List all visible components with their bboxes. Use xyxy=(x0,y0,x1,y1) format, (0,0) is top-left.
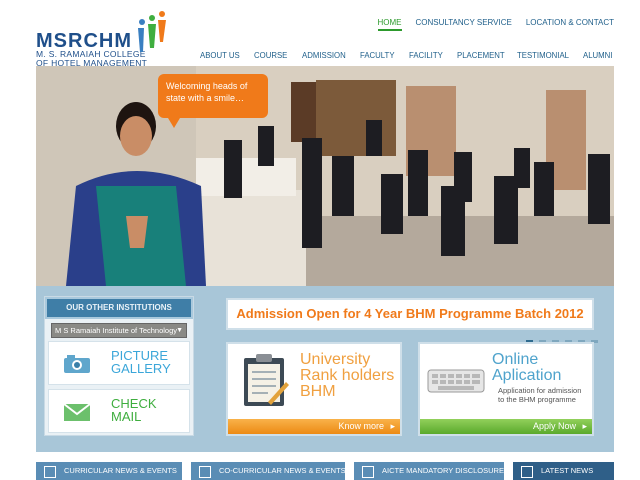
institution-select[interactable]: M S Ramaiah Institute of Technology ▼ xyxy=(51,323,187,338)
tab-curricular-news-label: CURRICULAR NEWS & EVENTS xyxy=(64,466,177,475)
picture-gallery-tile[interactable]: PICTURE GALLERY xyxy=(48,341,190,385)
other-institutions-panel: OUR OTHER INSTITUTIONS M S Ramaiah Insti… xyxy=(44,296,194,436)
topnav-location-contact[interactable]: LOCATION & CONTACT xyxy=(526,18,614,31)
document-icon xyxy=(44,466,56,478)
nav-alumni[interactable]: ALUMNI xyxy=(583,51,613,60)
banner-photo xyxy=(36,66,614,286)
topnav-home[interactable]: HOME xyxy=(377,18,402,31)
tab-aicte-disclosure-label: AICTE MANDATORY DISCLOSURE xyxy=(382,466,504,475)
tab-latest-news[interactable]: LATEST NEWS xyxy=(513,462,614,480)
clipboard-icon xyxy=(244,354,289,406)
nav-course[interactable]: COURSE xyxy=(254,51,302,60)
tab-curricular-news[interactable]: CURRICULAR NEWS & EVENTS xyxy=(36,462,182,480)
rank-holders-card[interactable]: University Rank holders BHM Know more xyxy=(226,342,402,436)
online-desc-line2: to the BHM programme xyxy=(498,395,576,404)
nav-admission[interactable]: ADMISSION xyxy=(302,51,360,60)
envelope-icon xyxy=(63,403,91,421)
institution-selected-value: M S Ramaiah Institute of Technology xyxy=(55,326,178,335)
camera-icon xyxy=(64,355,90,373)
document-icon xyxy=(362,466,374,478)
tab-latest-news-label: LATEST NEWS xyxy=(541,466,594,475)
admission-banner[interactable]: Admission Open for 4 Year BHM Programme … xyxy=(226,298,594,330)
gallery-label-line2: GALLERY xyxy=(111,361,171,376)
logo-figures-icon xyxy=(138,11,166,52)
tab-co-curricular-news-label: CO-CURRICULAR NEWS & EVENTS xyxy=(219,466,346,475)
know-more-button[interactable]: Know more xyxy=(228,419,400,434)
online-application-card[interactable]: Online Aplication Application for admiss… xyxy=(418,342,594,436)
apply-now-button[interactable]: Apply Now xyxy=(420,419,592,434)
nav-facility[interactable]: FACILITY xyxy=(409,51,457,60)
nav-about-us[interactable]: ABOUT US xyxy=(200,51,254,60)
document-icon xyxy=(199,466,211,478)
chevron-down-icon: ▼ xyxy=(176,327,183,334)
top-navigation: HOME CONSULTANCY SERVICE LOCATION & CONT… xyxy=(377,18,614,31)
rank-title-line1: University xyxy=(300,351,371,368)
nav-faculty[interactable]: FACULTY xyxy=(360,51,409,60)
online-title-line1: Online xyxy=(492,351,539,368)
keyboard-icon xyxy=(427,369,485,393)
nav-testimonial[interactable]: TESTIMONIAL xyxy=(517,51,583,60)
bottom-tabs: CURRICULAR NEWS & EVENTS CO-CURRICULAR N… xyxy=(36,462,614,480)
rank-title-line2: Rank holders xyxy=(300,367,395,384)
document-icon xyxy=(521,466,533,478)
main-content-frame: Welcoming heads of state with a smile… O… xyxy=(36,66,614,452)
topnav-consultancy-service[interactable]: CONSULTANCY SERVICE xyxy=(416,18,512,31)
online-desc-line1: Application for admission xyxy=(498,386,582,395)
college-logo[interactable]: MSRCHM M. S. RAMAIAH COLLEGE OF HOTEL MA… xyxy=(36,8,176,68)
main-navigation: ABOUT US COURSE ADMISSION FACULTY FACILI… xyxy=(200,51,613,60)
banner-speech-bubble: Welcoming heads of state with a smile… xyxy=(158,74,268,128)
tab-co-curricular-news[interactable]: CO-CURRICULAR NEWS & EVENTS xyxy=(191,462,346,480)
nav-placement[interactable]: PLACEMENT xyxy=(457,51,517,60)
rank-title-line3: BHM xyxy=(300,383,336,400)
check-mail-tile[interactable]: CHECK MAIL xyxy=(48,389,190,433)
tab-aicte-disclosure[interactable]: AICTE MANDATORY DISCLOSURE xyxy=(354,462,504,480)
online-title-line2: Aplication xyxy=(492,367,562,384)
hero-banner[interactable]: Welcoming heads of state with a smile… xyxy=(36,66,614,286)
institutions-heading: OUR OTHER INSTITUTIONS xyxy=(45,297,193,319)
mail-label-line2: MAIL xyxy=(111,409,142,424)
